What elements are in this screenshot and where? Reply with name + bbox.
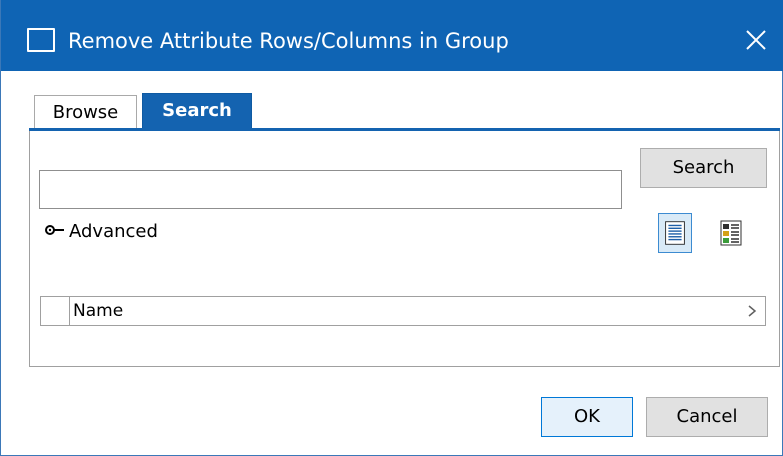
tab-browse[interactable]: Browse xyxy=(34,95,137,129)
close-icon xyxy=(746,30,766,50)
advanced-label: Advanced xyxy=(69,221,158,242)
cancel-button[interactable]: Cancel xyxy=(646,397,768,437)
search-button[interactable]: Search xyxy=(640,148,767,188)
advanced-toggle[interactable]: Advanced xyxy=(45,220,158,244)
close-button[interactable] xyxy=(740,24,772,56)
window-icon xyxy=(27,28,55,52)
title-bar: Remove Attribute Rows/Columns in Group xyxy=(1,0,783,71)
tab-search[interactable]: Search xyxy=(142,93,252,129)
list-view-icon xyxy=(665,221,685,245)
key-icon xyxy=(45,225,64,235)
detail-view-icon xyxy=(720,220,742,246)
window-title: Remove Attribute Rows/Columns in Group xyxy=(68,29,509,53)
column-header-name[interactable]: Name xyxy=(71,297,123,325)
list-view-button[interactable] xyxy=(658,213,692,253)
ok-button[interactable]: OK xyxy=(541,397,633,437)
detail-view-button[interactable] xyxy=(714,213,748,253)
chevron-right-icon[interactable] xyxy=(745,302,759,320)
results-grid-header: Name xyxy=(40,296,766,326)
grid-corner-cell[interactable] xyxy=(41,297,70,325)
search-input[interactable] xyxy=(39,170,622,209)
remove-attribute-dialog: Remove Attribute Rows/Columns in Group B… xyxy=(0,0,783,456)
